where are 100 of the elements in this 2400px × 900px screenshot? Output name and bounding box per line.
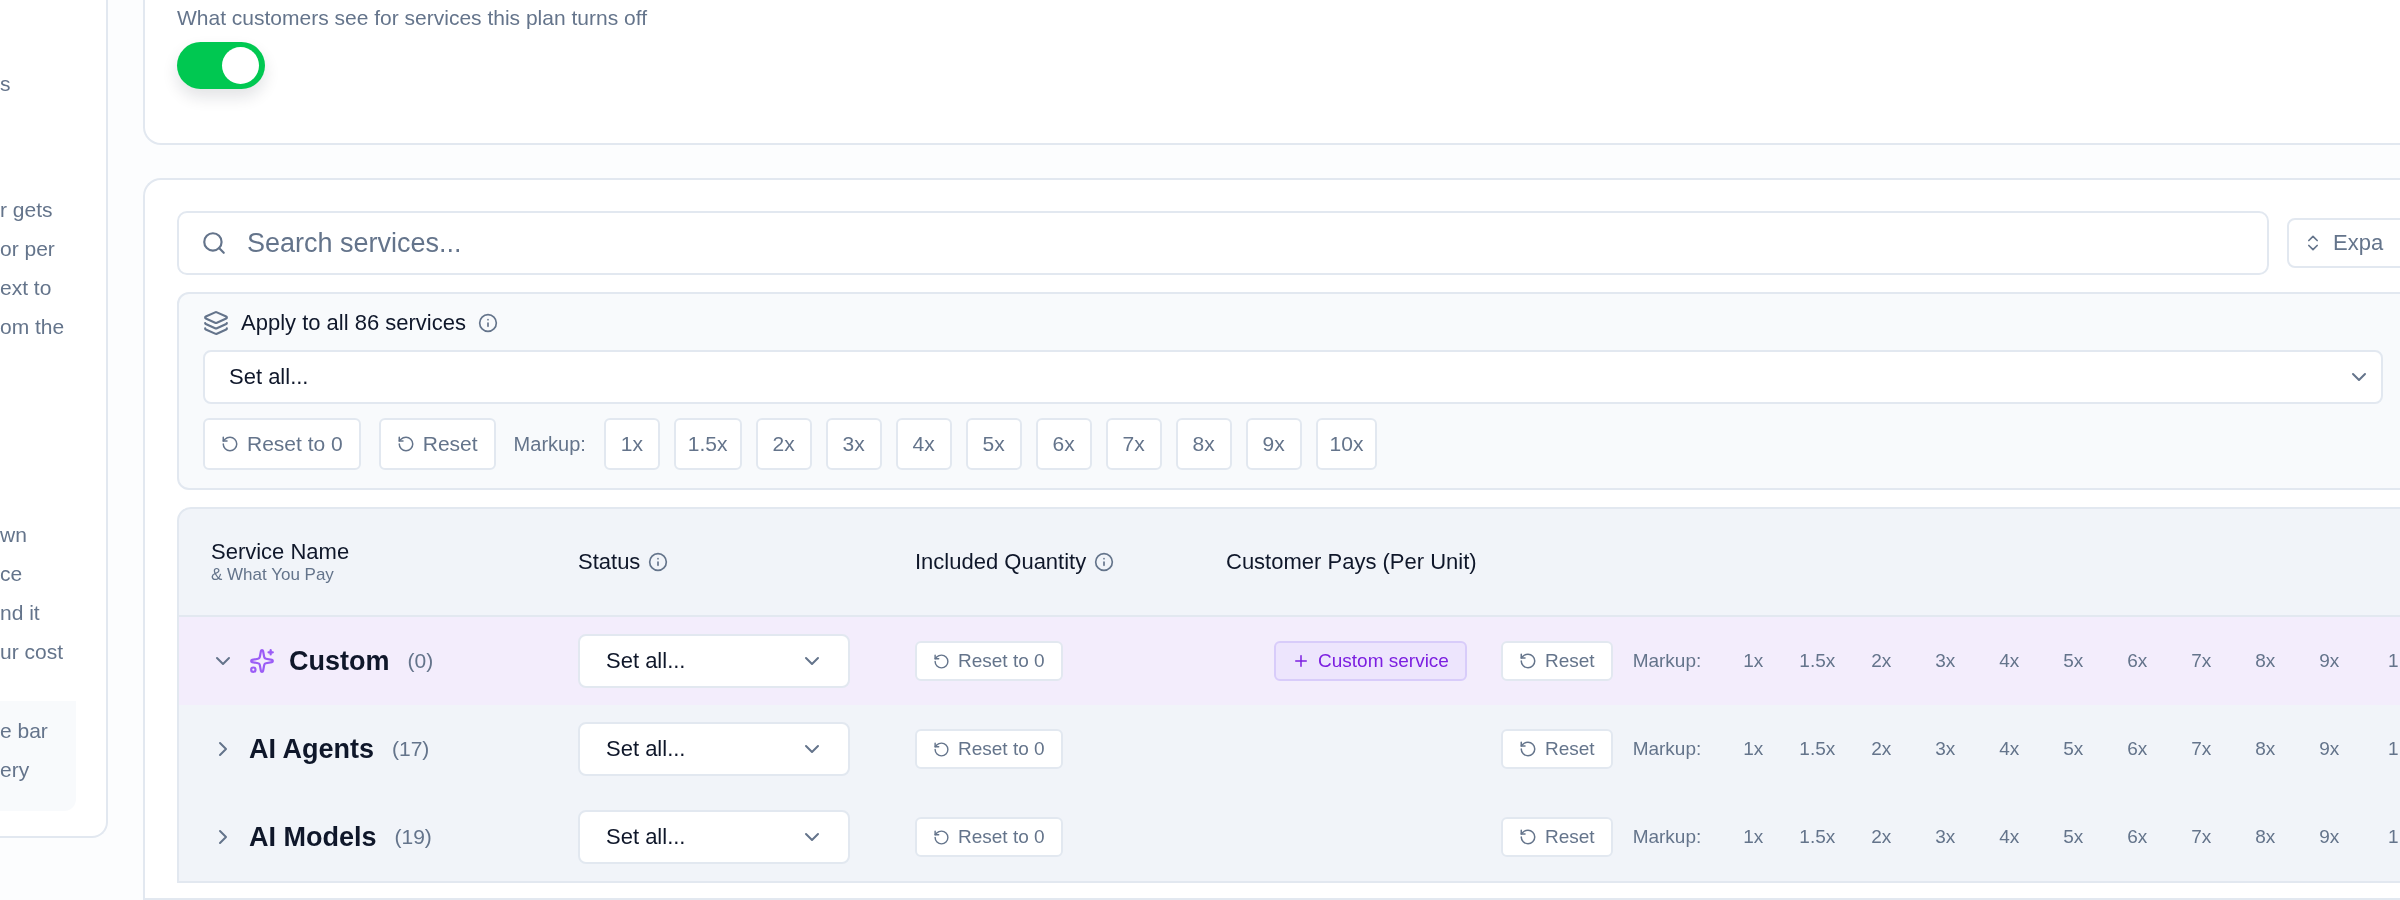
side-text: wn [0, 522, 28, 548]
status-select[interactable]: Set all... [578, 634, 850, 688]
markup-option[interactable]: 3x [1913, 826, 1978, 848]
markup-option[interactable]: 1 [2361, 826, 2400, 848]
column-header: Included Quantity [915, 549, 1087, 575]
sparkles-icon [249, 648, 275, 674]
markup-option[interactable]: 6x [2105, 650, 2170, 672]
reset-icon [933, 652, 950, 670]
reset-icon [221, 435, 239, 453]
markup-option[interactable]: 7x [2169, 738, 2234, 760]
markup-label: Markup: [1632, 826, 1702, 848]
markup-option[interactable]: 4x [895, 418, 952, 470]
reset-button[interactable]: Reset [378, 418, 496, 470]
markup-option[interactable]: 1.5x [673, 418, 742, 470]
reset-icon [1519, 828, 1537, 846]
service-group-name: AI Agents [249, 733, 374, 765]
apply-all-title: Apply to all 86 services [241, 310, 466, 336]
markup-option[interactable]: 4x [1977, 650, 2042, 672]
markup-option[interactable]: 1.5x [1785, 650, 1850, 672]
markup-option[interactable]: 5x [2041, 650, 2106, 672]
markup-label: Markup: [513, 432, 586, 456]
side-text: ce [0, 561, 24, 587]
markup-option[interactable]: 1.5x [1785, 738, 1850, 760]
toggle-switch[interactable] [177, 42, 265, 89]
service-count: (17) [392, 737, 430, 761]
side-text: ur cost [0, 639, 65, 665]
markup-option[interactable]: 8x [2233, 650, 2298, 672]
markup-option[interactable]: 2x [755, 418, 812, 470]
markup-option[interactable]: 3x [1913, 738, 1978, 760]
reset-to-zero-button[interactable]: Reset to 0 [915, 641, 1063, 681]
markup-option[interactable]: 5x [2041, 826, 2106, 848]
markup-option[interactable]: 2x [1849, 826, 1914, 848]
note-text: ery [0, 757, 31, 783]
set-all-select[interactable]: Set all... [203, 350, 2383, 404]
service-count: (19) [394, 825, 432, 849]
reset-button[interactable]: Reset [1501, 817, 1613, 857]
reset-button[interactable]: Reset [1501, 641, 1613, 681]
layers-icon [203, 310, 229, 336]
markup-option[interactable]: 4x [1977, 738, 2042, 760]
markup-option[interactable]: 5x [965, 418, 1022, 470]
info-icon [478, 313, 498, 333]
column-subtitle: & What You Pay [211, 565, 335, 585]
markup-option[interactable]: 4x [1977, 826, 2042, 848]
markup-option[interactable]: 3x [1913, 650, 1978, 672]
column-header: Service Name [211, 539, 350, 565]
reset-to-zero-button[interactable]: Reset to 0 [915, 729, 1063, 769]
markup-option[interactable]: 1 [2361, 738, 2400, 760]
service-count: (0) [407, 649, 434, 673]
plus-icon [1292, 652, 1310, 670]
markup-option[interactable]: 1 [2361, 650, 2400, 672]
side-text: om the [0, 314, 66, 340]
status-select[interactable]: Set all... [578, 810, 850, 864]
markup-option[interactable]: 1x [1721, 826, 1786, 848]
setting-description: What customers see for services this plan turns off [177, 6, 648, 30]
markup-label: Markup: [1632, 650, 1702, 672]
markup-option[interactable]: 8x [2233, 826, 2298, 848]
reset-icon [933, 740, 950, 758]
markup-label: Markup: [1632, 738, 1702, 760]
side-text: r gets [0, 197, 54, 223]
markup-option[interactable]: 2x [1849, 650, 1914, 672]
side-text: nd it [0, 600, 41, 626]
markup-option[interactable]: 9x [2297, 738, 2362, 760]
markup-option[interactable]: 6x [2105, 738, 2170, 760]
markup-option[interactable]: 1x [1721, 650, 1786, 672]
markup-option[interactable]: 9x [2297, 650, 2362, 672]
status-select[interactable]: Set all... [578, 722, 850, 776]
search-icon [201, 230, 227, 256]
service-group-name: Custom [289, 645, 390, 677]
reset-to-zero-button[interactable]: Reset to 0 [915, 817, 1063, 857]
markup-option[interactable]: 5x [2041, 738, 2106, 760]
markup-option[interactable]: 8x [2233, 738, 2298, 760]
column-header: Status [578, 549, 641, 575]
markup-option[interactable]: 7x [1105, 418, 1162, 470]
markup-option[interactable]: 7x [2169, 826, 2234, 848]
markup-option[interactable]: 1x [603, 418, 660, 470]
side-text: s [0, 71, 12, 97]
reset-icon [933, 828, 950, 846]
reset-button[interactable]: Reset [1501, 729, 1613, 769]
markup-option[interactable]: 3x [825, 418, 882, 470]
column-header: Customer Pays (Per Unit) [1226, 549, 1477, 575]
markup-option[interactable]: 2x [1849, 738, 1914, 760]
markup-option[interactable]: 6x [1035, 418, 1092, 470]
reset-to-zero-button[interactable]: Reset to 0 [203, 418, 361, 470]
service-group-name: AI Models [249, 821, 377, 853]
expand-button[interactable]: Expa [2287, 218, 2400, 268]
markup-option[interactable]: 8x [1175, 418, 1232, 470]
markup-option[interactable]: 1x [1721, 738, 1786, 760]
reset-icon [396, 435, 415, 453]
side-text: or per [0, 236, 56, 262]
reset-icon [1519, 740, 1537, 758]
side-text: ext to [0, 275, 53, 301]
search-field[interactable]: Search services... [177, 211, 2269, 275]
markup-option[interactable]: 9x [1245, 418, 1302, 470]
add-custom-service-button[interactable]: Custom service [1274, 641, 1467, 681]
note-text: e bar [0, 718, 49, 744]
markup-option[interactable]: 6x [2105, 826, 2170, 848]
markup-option[interactable]: 10x [1315, 418, 1378, 470]
markup-option[interactable]: 9x [2297, 826, 2362, 848]
markup-option[interactable]: 1.5x [1785, 826, 1850, 848]
markup-option[interactable]: 7x [2169, 650, 2234, 672]
